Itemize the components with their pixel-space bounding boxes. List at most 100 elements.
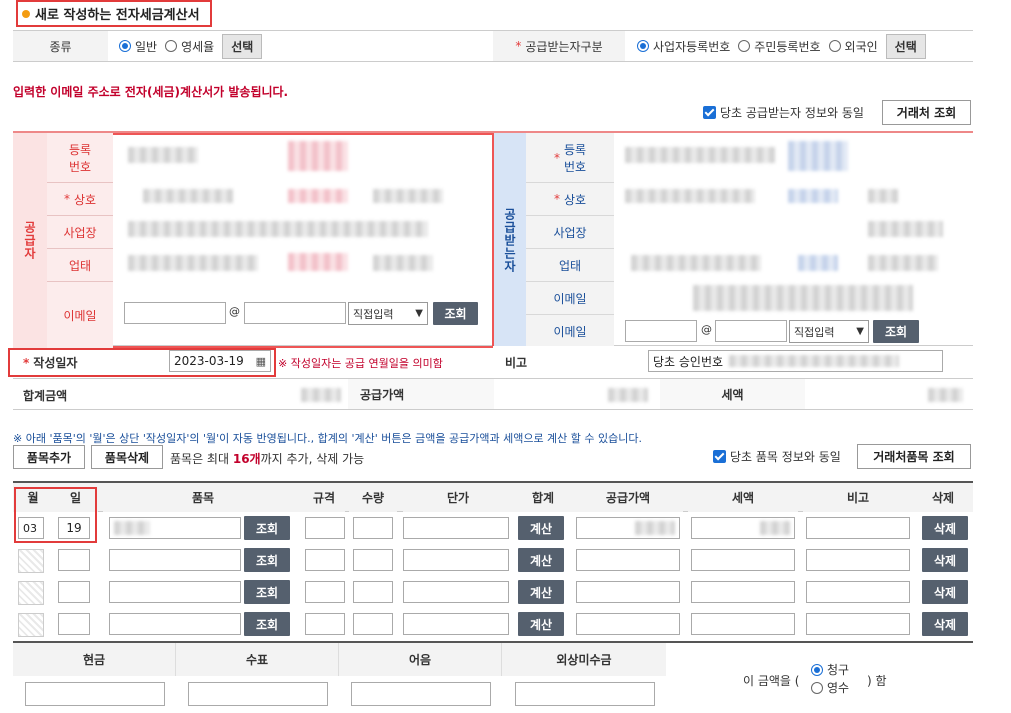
item-add-button[interactable]: 품목추가 [13, 445, 85, 469]
row-spec-input[interactable] [305, 517, 345, 539]
radio-resident[interactable] [738, 40, 751, 52]
row-qty-input[interactable] [353, 517, 393, 539]
row-qty-input[interactable] [353, 613, 393, 635]
row-day[interactable] [58, 549, 90, 571]
row-tax-input[interactable] [691, 549, 795, 571]
supplier-addr-label: 사업장 [47, 216, 113, 249]
receiver-select-button[interactable]: 선택 [885, 33, 926, 59]
radio-foreigner[interactable] [828, 40, 841, 52]
receiver-email-select[interactable]: 직접입력 ▼ [789, 320, 869, 343]
th-tax: 세액 [688, 483, 798, 512]
row-supply-input[interactable] [576, 549, 680, 571]
supplier-biz-label: 업태 [47, 249, 113, 282]
supplier-email-id-input[interactable] [124, 302, 226, 324]
pay-note-input[interactable] [351, 682, 491, 706]
radio-zero-rate[interactable] [165, 40, 178, 52]
row-item-lookup-button[interactable]: 조회 [244, 516, 290, 540]
row-memo-input[interactable] [806, 517, 910, 539]
th-price: 단가 [403, 483, 513, 512]
row-tax-input[interactable] [691, 581, 795, 603]
th-memo: 비고 [803, 483, 913, 512]
calendar-icon[interactable]: ▦ [256, 355, 266, 368]
receiver-email-domain-input[interactable] [715, 320, 787, 342]
memo-input[interactable]: 당초 승인번호 [648, 350, 943, 372]
item-delete-button[interactable]: 품목삭제 [91, 445, 163, 469]
radio-receipt-label: 영수 [827, 681, 850, 695]
row-memo-input[interactable] [806, 549, 910, 571]
same-item-check[interactable]: 당초 품목 정보와 동일 [713, 448, 841, 465]
type-label: 종류 [13, 31, 108, 61]
pay-cash-input[interactable] [25, 682, 165, 706]
redacted-supply [608, 388, 648, 402]
client-item-lookup-button[interactable]: 거래처품목 조회 [857, 444, 971, 469]
tax-label: 세액 [660, 379, 805, 409]
memo-label: 비고 [493, 346, 633, 378]
supplier-email-select[interactable]: 직접입력 ▼ [348, 302, 428, 325]
row-delete-button[interactable]: 삭제 [922, 580, 968, 604]
row-spec-input[interactable] [305, 549, 345, 571]
receiver-type-label-text: 공급받는자구분 [525, 39, 603, 54]
row-month[interactable]: 03 [18, 517, 44, 539]
type-select-button[interactable]: 선택 [222, 33, 263, 59]
pay-credit-header: 외상미수금 [502, 643, 666, 676]
redacted-r-name-2 [788, 189, 838, 203]
redacted-r-name [625, 189, 755, 203]
same-item-checkbox[interactable] [713, 450, 726, 463]
row-tax-input[interactable] [691, 613, 795, 635]
row-item-input[interactable] [109, 613, 241, 635]
date-input[interactable]: 2023-03-19 ▦ [169, 350, 271, 372]
receiver-name-label-text: 상호 [563, 192, 587, 207]
redacted-name-2 [288, 189, 348, 203]
client-lookup-button[interactable]: 거래처 조회 [882, 100, 971, 125]
row-item-lookup-button[interactable]: 조회 [244, 548, 290, 572]
row-price-input[interactable] [403, 517, 509, 539]
radio-zero-rate-label: 영세율 [181, 39, 215, 54]
receiver-email2-label: 이메일 [526, 315, 614, 348]
row-supply-input[interactable] [576, 613, 680, 635]
radio-biz-reg[interactable] [637, 40, 649, 52]
radio-claim[interactable] [811, 663, 823, 676]
receiver-email-id-input[interactable] [625, 320, 697, 342]
row-item-input[interactable] [109, 517, 241, 539]
supplier-email-lookup-button[interactable]: 조회 [433, 302, 478, 325]
row-qty-input[interactable] [353, 549, 393, 571]
row-supply-input[interactable] [576, 581, 680, 603]
row-calc-button[interactable]: 계산 [518, 580, 564, 604]
row-delete-button[interactable]: 삭제 [922, 612, 968, 636]
row-tax-input[interactable] [691, 517, 795, 539]
row-price-input[interactable] [403, 581, 509, 603]
pay-check-input[interactable] [188, 682, 328, 706]
row-qty-input[interactable] [353, 581, 393, 603]
row-item-lookup-button[interactable]: 조회 [244, 612, 290, 636]
same-receiver-check[interactable]: 당초 공급받는자 정보와 동일 [703, 104, 864, 121]
row-calc-button[interactable]: 계산 [518, 516, 564, 540]
row-day[interactable]: 19 [58, 517, 90, 539]
radio-general[interactable] [119, 40, 131, 52]
row-item-input[interactable] [109, 581, 241, 603]
row-item-lookup-button[interactable]: 조회 [244, 580, 290, 604]
row-memo-input[interactable] [806, 581, 910, 603]
row-day[interactable] [58, 581, 90, 603]
radio-receipt[interactable] [811, 681, 823, 694]
receiver-email-lookup-button[interactable]: 조회 [873, 320, 919, 343]
row-spec-input[interactable] [305, 613, 345, 635]
row-memo-input[interactable] [806, 613, 910, 635]
row-delete-button[interactable]: 삭제 [922, 548, 968, 572]
row-price-input[interactable] [403, 549, 509, 571]
receiver-biz-label: 업태 [526, 249, 614, 282]
row-day[interactable] [58, 613, 90, 635]
row-calc-button[interactable]: 계산 [518, 612, 564, 636]
same-receiver-checkbox[interactable] [703, 106, 716, 119]
row-item-input[interactable] [109, 549, 241, 571]
row-spec-input[interactable] [305, 581, 345, 603]
row-delete-button[interactable]: 삭제 [922, 516, 968, 540]
supplier-email-domain-input[interactable] [244, 302, 346, 324]
radio-receipt-wrap[interactable]: 영수 [811, 679, 849, 696]
totals-row: 합계금액 공급가액 세액 [13, 379, 973, 410]
row-calc-button[interactable]: 계산 [518, 548, 564, 572]
row-price-input[interactable] [403, 613, 509, 635]
row-supply-input[interactable] [576, 517, 680, 539]
item-limit-text: 품목은 최대 16개까지 추가, 삭제 가능 [170, 450, 364, 467]
pay-credit-input[interactable] [515, 682, 655, 706]
radio-claim-wrap[interactable]: 청구 [811, 661, 849, 678]
